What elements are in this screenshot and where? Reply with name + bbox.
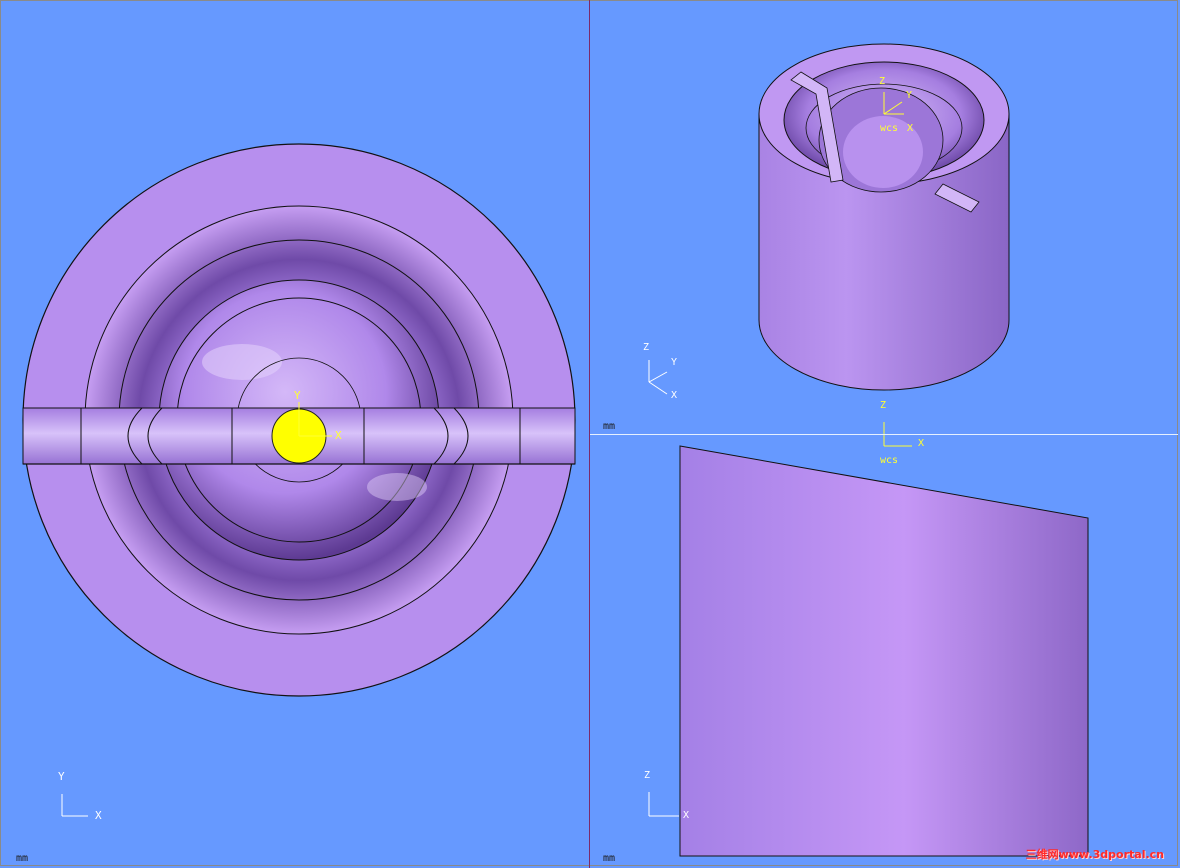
watermark: 三维网www.3dportal.cn xyxy=(1025,848,1164,861)
units-label: mm xyxy=(603,421,616,432)
triad-x-label: X xyxy=(683,810,690,821)
viewport-divider-horizontal[interactable] xyxy=(590,434,1178,435)
units-label: mm xyxy=(603,853,616,864)
triad-y-label: Y xyxy=(671,357,678,368)
triad-y-axis xyxy=(648,371,668,383)
iso-view-model xyxy=(648,43,1010,395)
triad-x-axis xyxy=(648,381,668,395)
wcs-label: wcs xyxy=(880,123,899,134)
wcs-z-label: Z xyxy=(879,76,886,87)
triad-x-label: X xyxy=(671,390,678,401)
triad-z-label: Z xyxy=(643,342,650,353)
triad-x-label: X xyxy=(95,809,102,822)
wcs-front-x-label: X xyxy=(918,438,925,449)
viewport-isometric[interactable]: Z Y wcs X Z Y X mm xyxy=(591,2,1178,434)
origin-x-label: X xyxy=(335,429,342,442)
units-label: mm xyxy=(16,853,29,864)
front-view-model xyxy=(648,445,1089,857)
wcs-x-label: X xyxy=(907,123,914,134)
wcs-y-label: Y xyxy=(906,90,913,101)
triad-z-label: Z xyxy=(644,770,651,781)
part-profile xyxy=(679,445,1089,857)
triad-y-label: Y xyxy=(58,770,65,783)
viewport-top[interactable]: Y X Y X mm xyxy=(2,2,589,866)
viewport-front[interactable]: Z X mm xyxy=(591,436,1178,866)
wcs-front-label: wcs xyxy=(880,455,899,466)
top-view-model xyxy=(22,143,576,817)
origin-y-label: Y xyxy=(294,389,301,402)
wcs-front-z-label: Z xyxy=(880,400,887,411)
